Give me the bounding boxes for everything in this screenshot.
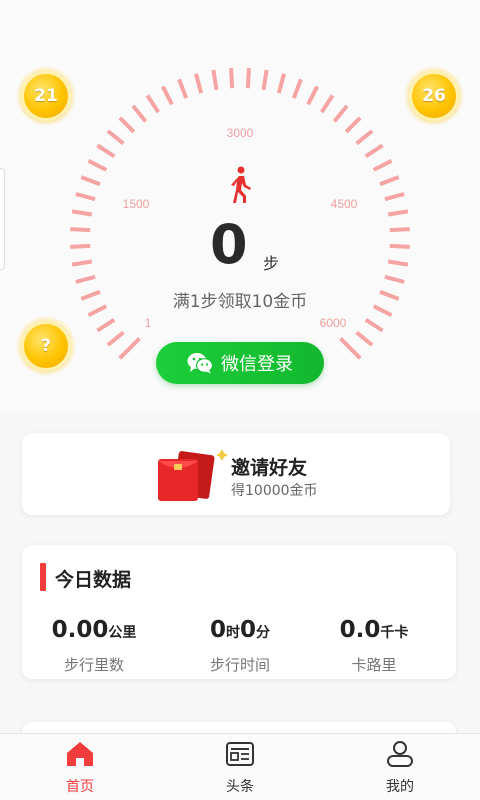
dial-tick [332,104,349,123]
time-minutes-unit: 分 [256,625,271,641]
dial-tick [276,73,286,94]
dial-label-3000: 3000 [227,126,254,140]
distance-label: 步行里数 [63,656,124,674]
stat-calories: 0.0千卡 卡路里 [304,615,444,675]
tab-profile[interactable]: 我的 [340,740,460,796]
dial-tick [306,85,319,106]
coin-value: 21 [24,74,68,118]
dial-tick [96,143,116,158]
wechat-login-button[interactable]: 微信登录 [156,342,324,384]
dial-tick [389,227,410,233]
section-marker [40,563,46,591]
coin-value: 26 [412,74,456,118]
dial-tick [245,68,251,89]
dial-tick [364,318,384,333]
coin-bubble-26[interactable]: 26 [404,66,464,126]
dial-tick [344,116,362,134]
tab-news-label: 头条 [226,779,254,795]
dial-tick [75,192,96,202]
coin-bubble-mystery[interactable]: ? [16,316,76,376]
dial-tick [338,336,362,360]
dial-tick [320,94,335,114]
dial-label-6000: 6000 [320,316,347,330]
dial-tick [118,336,142,360]
coin-bubble-21[interactable]: 21 [16,66,76,126]
tab-home-label: 首页 [66,779,94,795]
dial-tick [355,129,374,146]
dial-label-4500: 4500 [331,197,358,211]
dial-tick [106,330,125,347]
dial-tick [194,73,204,94]
wechat-login-label: 微信登录 [221,354,293,375]
dial-tick [80,175,101,187]
dial-tick [87,159,108,172]
dial-tick [229,68,235,89]
reward-hint: 满1步领取10金币 [172,292,308,312]
stat-distance: 0.00公里 步行里数 [24,615,164,675]
time-minutes: 0 [240,617,257,643]
dial-tick [384,192,405,202]
profile-icon [387,741,413,767]
time-label: 步行时间 [209,656,270,674]
dial-tick [372,159,393,172]
invite-title: 邀请好友 [231,457,308,479]
tab-home[interactable]: 首页 [20,740,140,796]
dial-tick [161,85,174,106]
dial-tick [384,274,405,284]
dial-tick [291,78,303,99]
red-envelope-icon [158,449,228,501]
dial-tick [131,104,148,123]
step-count: 0 [210,213,248,276]
tab-news[interactable]: 头条 [180,740,300,796]
dial-tick [211,69,219,91]
dial-tick [387,259,409,267]
news-icon [226,742,254,766]
wechat-icon [187,353,213,374]
dial-tick [118,116,136,134]
today-stats-card: 今日数据 0.00公里 步行里数 0时0分 步行时间 0.0千卡 卡路里 [22,545,456,679]
dial-tick [389,243,410,249]
invite-friends-card[interactable]: 邀请好友 得10000金币 [22,433,450,515]
calories-label: 卡路里 [351,656,397,674]
dial-label-1: 1 [145,316,152,330]
dial-tick [75,274,96,284]
dial-tick [364,143,384,158]
dial-tick [71,259,93,267]
bottom-tab-bar: 首页 头条 我的 [0,733,480,800]
invite-subtitle: 得10000金币 [231,483,318,499]
distance-value: 0.00 [51,617,109,643]
dial-tick [355,330,374,347]
dial-tick [387,209,409,217]
dial-tick [106,129,125,146]
stat-time: 0时0分 步行时间 [170,615,310,675]
walking-person-icon [231,166,251,203]
calories-unit: 千卡 [380,625,409,641]
dial-tick [145,94,160,114]
dial-tick [71,209,93,217]
time-hours-unit: 时 [226,625,240,641]
calories-value: 0.0 [339,617,381,643]
tab-profile-label: 我的 [386,779,414,795]
coin-value: ? [24,324,68,368]
step-unit: 步 [263,254,280,273]
dial-tick [379,175,400,187]
distance-unit: 公里 [108,625,137,641]
dial-label-1500: 1500 [123,197,150,211]
today-stats-title: 今日数据 [55,569,132,591]
dial-tick [70,227,91,233]
dial-tick [96,318,116,333]
dial-tick [261,69,269,91]
home-icon [67,742,93,766]
time-hours: 0 [209,617,226,643]
dial-tick [70,243,91,249]
dial-tick [177,78,189,99]
